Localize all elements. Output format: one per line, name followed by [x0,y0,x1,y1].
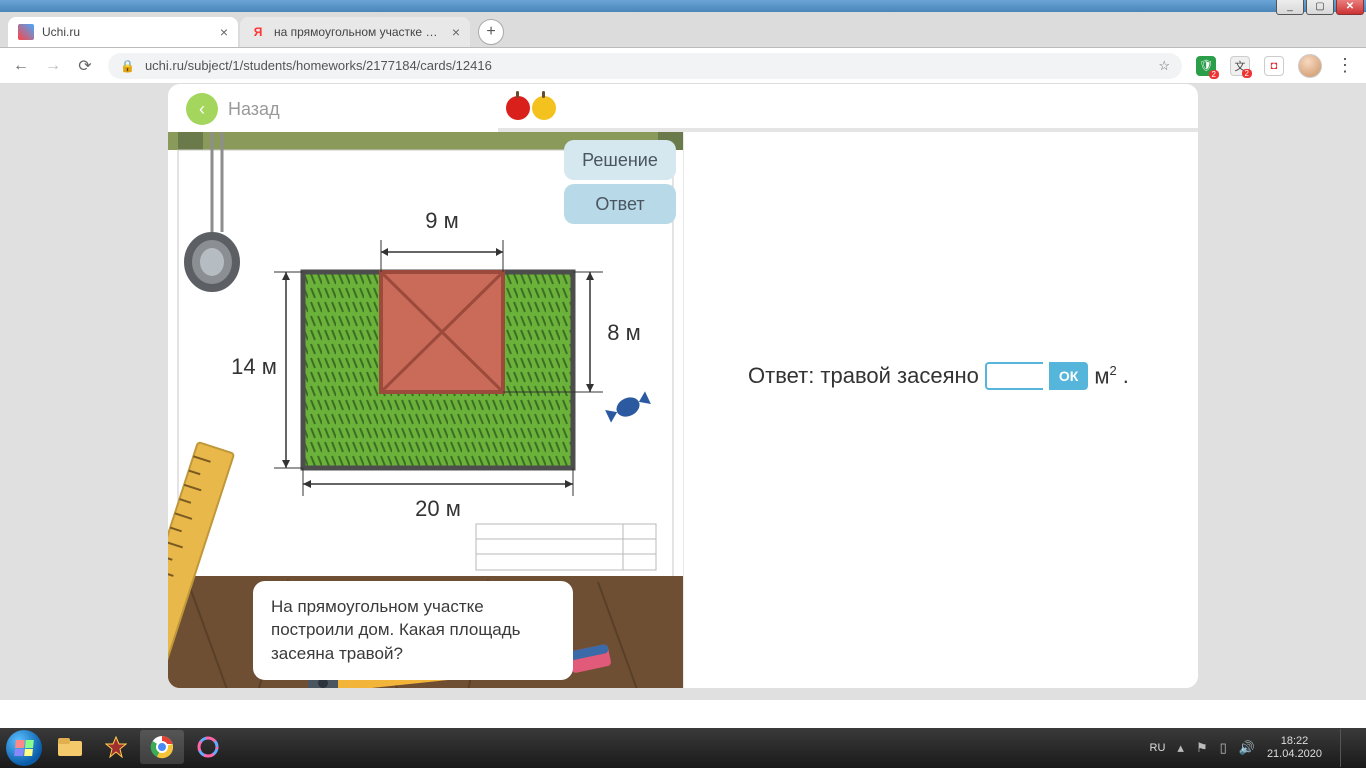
panel-divider [683,132,684,688]
tray-up-icon[interactable]: ▴ [1177,740,1184,756]
tab-title: Uchi.ru [42,25,212,39]
network-icon[interactable]: ▯ [1220,740,1227,756]
volume-icon[interactable]: 🔊 [1239,740,1255,756]
close-button[interactable]: ✕ [1336,0,1364,15]
minimize-button[interactable]: _ [1276,0,1304,15]
app2-taskbar-icon[interactable] [186,730,230,764]
tab-title: на прямоугольном участке постро [274,25,444,39]
app-back-label: Назад [228,99,280,120]
answer-prefix: Ответ: травой засеяно [748,363,979,389]
star-icon [105,736,127,758]
svg-text:20 м: 20 м [415,496,461,521]
uchi-favicon-icon [18,24,34,40]
svg-text:14 м: 14 м [231,354,277,379]
translate-extension-icon[interactable]: 文2 [1230,56,1250,76]
action-center-icon[interactable]: ⚑ [1196,740,1208,756]
taskbar: RU ▴ ⚑ ▯ 🔊 18:22 21.04.2020 [0,728,1366,768]
adguard-extension-icon[interactable]: 🛡2 [1196,56,1216,76]
language-indicator[interactable]: RU [1150,742,1166,754]
browser-tab-active[interactable]: Uchi.ru × [8,17,238,47]
exercise-card: ‹ Назад Решение Ответ [168,84,1198,688]
app-back-button[interactable]: ‹ [186,93,218,125]
swirl-icon [196,735,220,759]
tab-close-icon[interactable]: × [452,24,460,40]
address-bar[interactable]: 🔒 uchi.ru/subject/1/students/homeworks/2… [108,53,1182,79]
profile-avatar[interactable] [1298,54,1322,78]
browser-tab-strip: Uchi.ru × Я на прямоугольном участке пос… [0,12,1366,48]
maximize-button[interactable]: ▢ [1306,0,1334,15]
chrome-taskbar-icon[interactable] [140,730,184,764]
tab-answer[interactable]: Ответ [564,184,676,224]
back-icon[interactable]: ← [12,57,30,75]
panel-tabs: Решение Ответ [564,140,676,224]
url-text: uchi.ru/subject/1/students/homeworks/217… [145,58,1148,73]
red-apple-icon [506,96,530,120]
browser-tab-inactive[interactable]: Я на прямоугольном участке постро × [240,17,470,47]
yandex-favicon-icon: Я [250,24,266,40]
svg-text:9 м: 9 м [425,208,458,233]
answer-unit: м2 [1094,363,1116,389]
folder-icon [57,737,83,757]
mcafee-extension-icon[interactable]: ◘ [1264,56,1284,76]
page-content: ‹ Назад Решение Ответ [0,84,1366,700]
tab-solution[interactable]: Решение [564,140,676,180]
reload-icon[interactable]: ⟳ [76,56,94,76]
taskbar-clock[interactable]: 18:22 21.04.2020 [1267,735,1322,761]
progress-apples [506,96,556,120]
bookmark-star-icon[interactable]: ☆ [1158,58,1170,74]
answer-input[interactable] [985,362,1043,390]
explorer-taskbar-icon[interactable] [48,730,92,764]
start-button[interactable] [6,730,42,766]
answer-sentence: Ответ: травой засеяно ОК м2. [748,362,1129,390]
svg-text:8 м: 8 м [607,320,640,345]
windows-logo-icon [14,740,34,756]
forward-icon[interactable]: → [44,57,62,75]
lock-icon: 🔒 [120,59,135,73]
app-taskbar-icon[interactable] [94,730,138,764]
chrome-icon [150,735,174,759]
tab-close-icon[interactable]: × [220,24,228,40]
answer-suffix: . [1123,363,1129,389]
window-titlebar: _ ▢ ✕ [0,0,1366,12]
browser-toolbar: ← → ⟳ 🔒 uchi.ru/subject/1/students/homew… [0,48,1366,84]
browser-menu-icon[interactable]: ⋮ [1336,55,1354,76]
new-tab-button[interactable]: + [478,19,504,45]
yellow-apple-icon [532,96,556,120]
problem-text: На прямоугольном участке построили дом. … [253,581,573,680]
show-desktop-button[interactable] [1340,729,1350,767]
ok-button[interactable]: ОК [1049,362,1088,390]
card-header: ‹ Назад [168,84,1198,134]
